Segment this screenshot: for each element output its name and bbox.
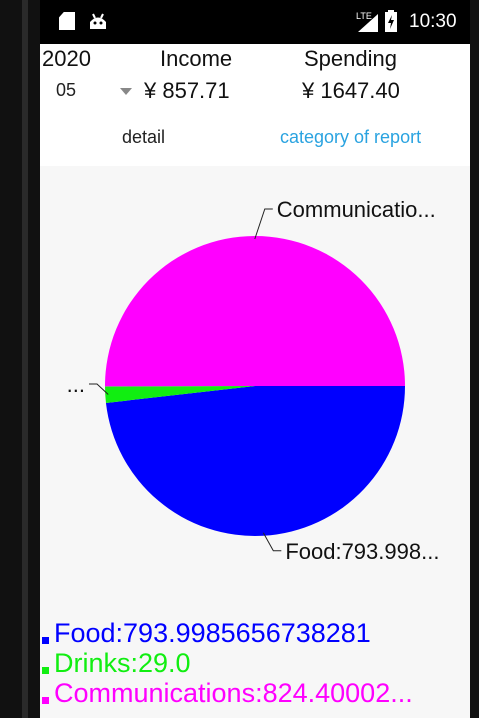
month-selector[interactable]: 05 — [56, 80, 76, 101]
pie-slice-food[interactable] — [105, 386, 406, 537]
device-frame-right — [470, 0, 479, 718]
legend-swatch-communications — [42, 697, 49, 704]
summary-header: 2020 05 Income ¥ 857.71 Spending ¥ 1647.… — [40, 44, 470, 110]
tab-category-of-report[interactable]: category of report — [280, 127, 421, 148]
signal-icon — [358, 14, 378, 32]
legend-item-drinks: Drinks:29.0 — [40, 648, 470, 678]
legend-swatch-food — [42, 637, 49, 644]
spending-value: ¥ 1647.40 — [302, 78, 400, 103]
device-frame-left — [0, 0, 40, 718]
slice-label-food: Food:793.998... — [285, 539, 439, 564]
legend-text-drinks: Drinks:29.0 — [54, 648, 191, 678]
spending-label: Spending — [304, 46, 397, 71]
slice-label-drinks: ... — [67, 372, 85, 397]
month-dropdown-icon[interactable] — [120, 88, 132, 95]
income-value: ¥ 857.71 — [144, 78, 230, 103]
pie-chart: Food:793.998...... Communicatio... — [67, 197, 440, 564]
slice-label-communications: Communicatio... — [277, 197, 436, 222]
legend-item-communications: Communications:824.40002... — [40, 678, 470, 708]
status-bar: LTE 10:30 — [40, 0, 470, 44]
legend-text-food: Food:793.9985656738281 — [54, 618, 371, 648]
report-tabs: detail category of report — [40, 110, 470, 166]
pie-slice-communications[interactable] — [104, 235, 405, 387]
year-selector[interactable]: 2020 — [42, 46, 91, 72]
income-label: Income — [160, 46, 233, 71]
status-time: 10:30 — [409, 11, 457, 32]
sd-card-icon — [59, 12, 75, 30]
legend-text-communications: Communications:824.40002... — [54, 678, 413, 708]
legend-swatch-drinks — [42, 667, 49, 674]
android-debug-icon — [90, 13, 106, 29]
legend-item-food: Food:793.9985656738281 — [40, 618, 470, 648]
app-screen: LTE 10:30 2020 05 Income ¥ 857.71 Spendi… — [40, 0, 470, 718]
chart-legend: Food:793.9985656738281 Drinks:29.0 Commu… — [40, 618, 470, 718]
chart-area: Food:793.998...... Communicatio... Food:7… — [40, 166, 470, 718]
tab-detail[interactable]: detail — [122, 127, 165, 148]
battery-charging-icon — [385, 10, 397, 32]
leader-line-communications — [254, 208, 273, 240]
